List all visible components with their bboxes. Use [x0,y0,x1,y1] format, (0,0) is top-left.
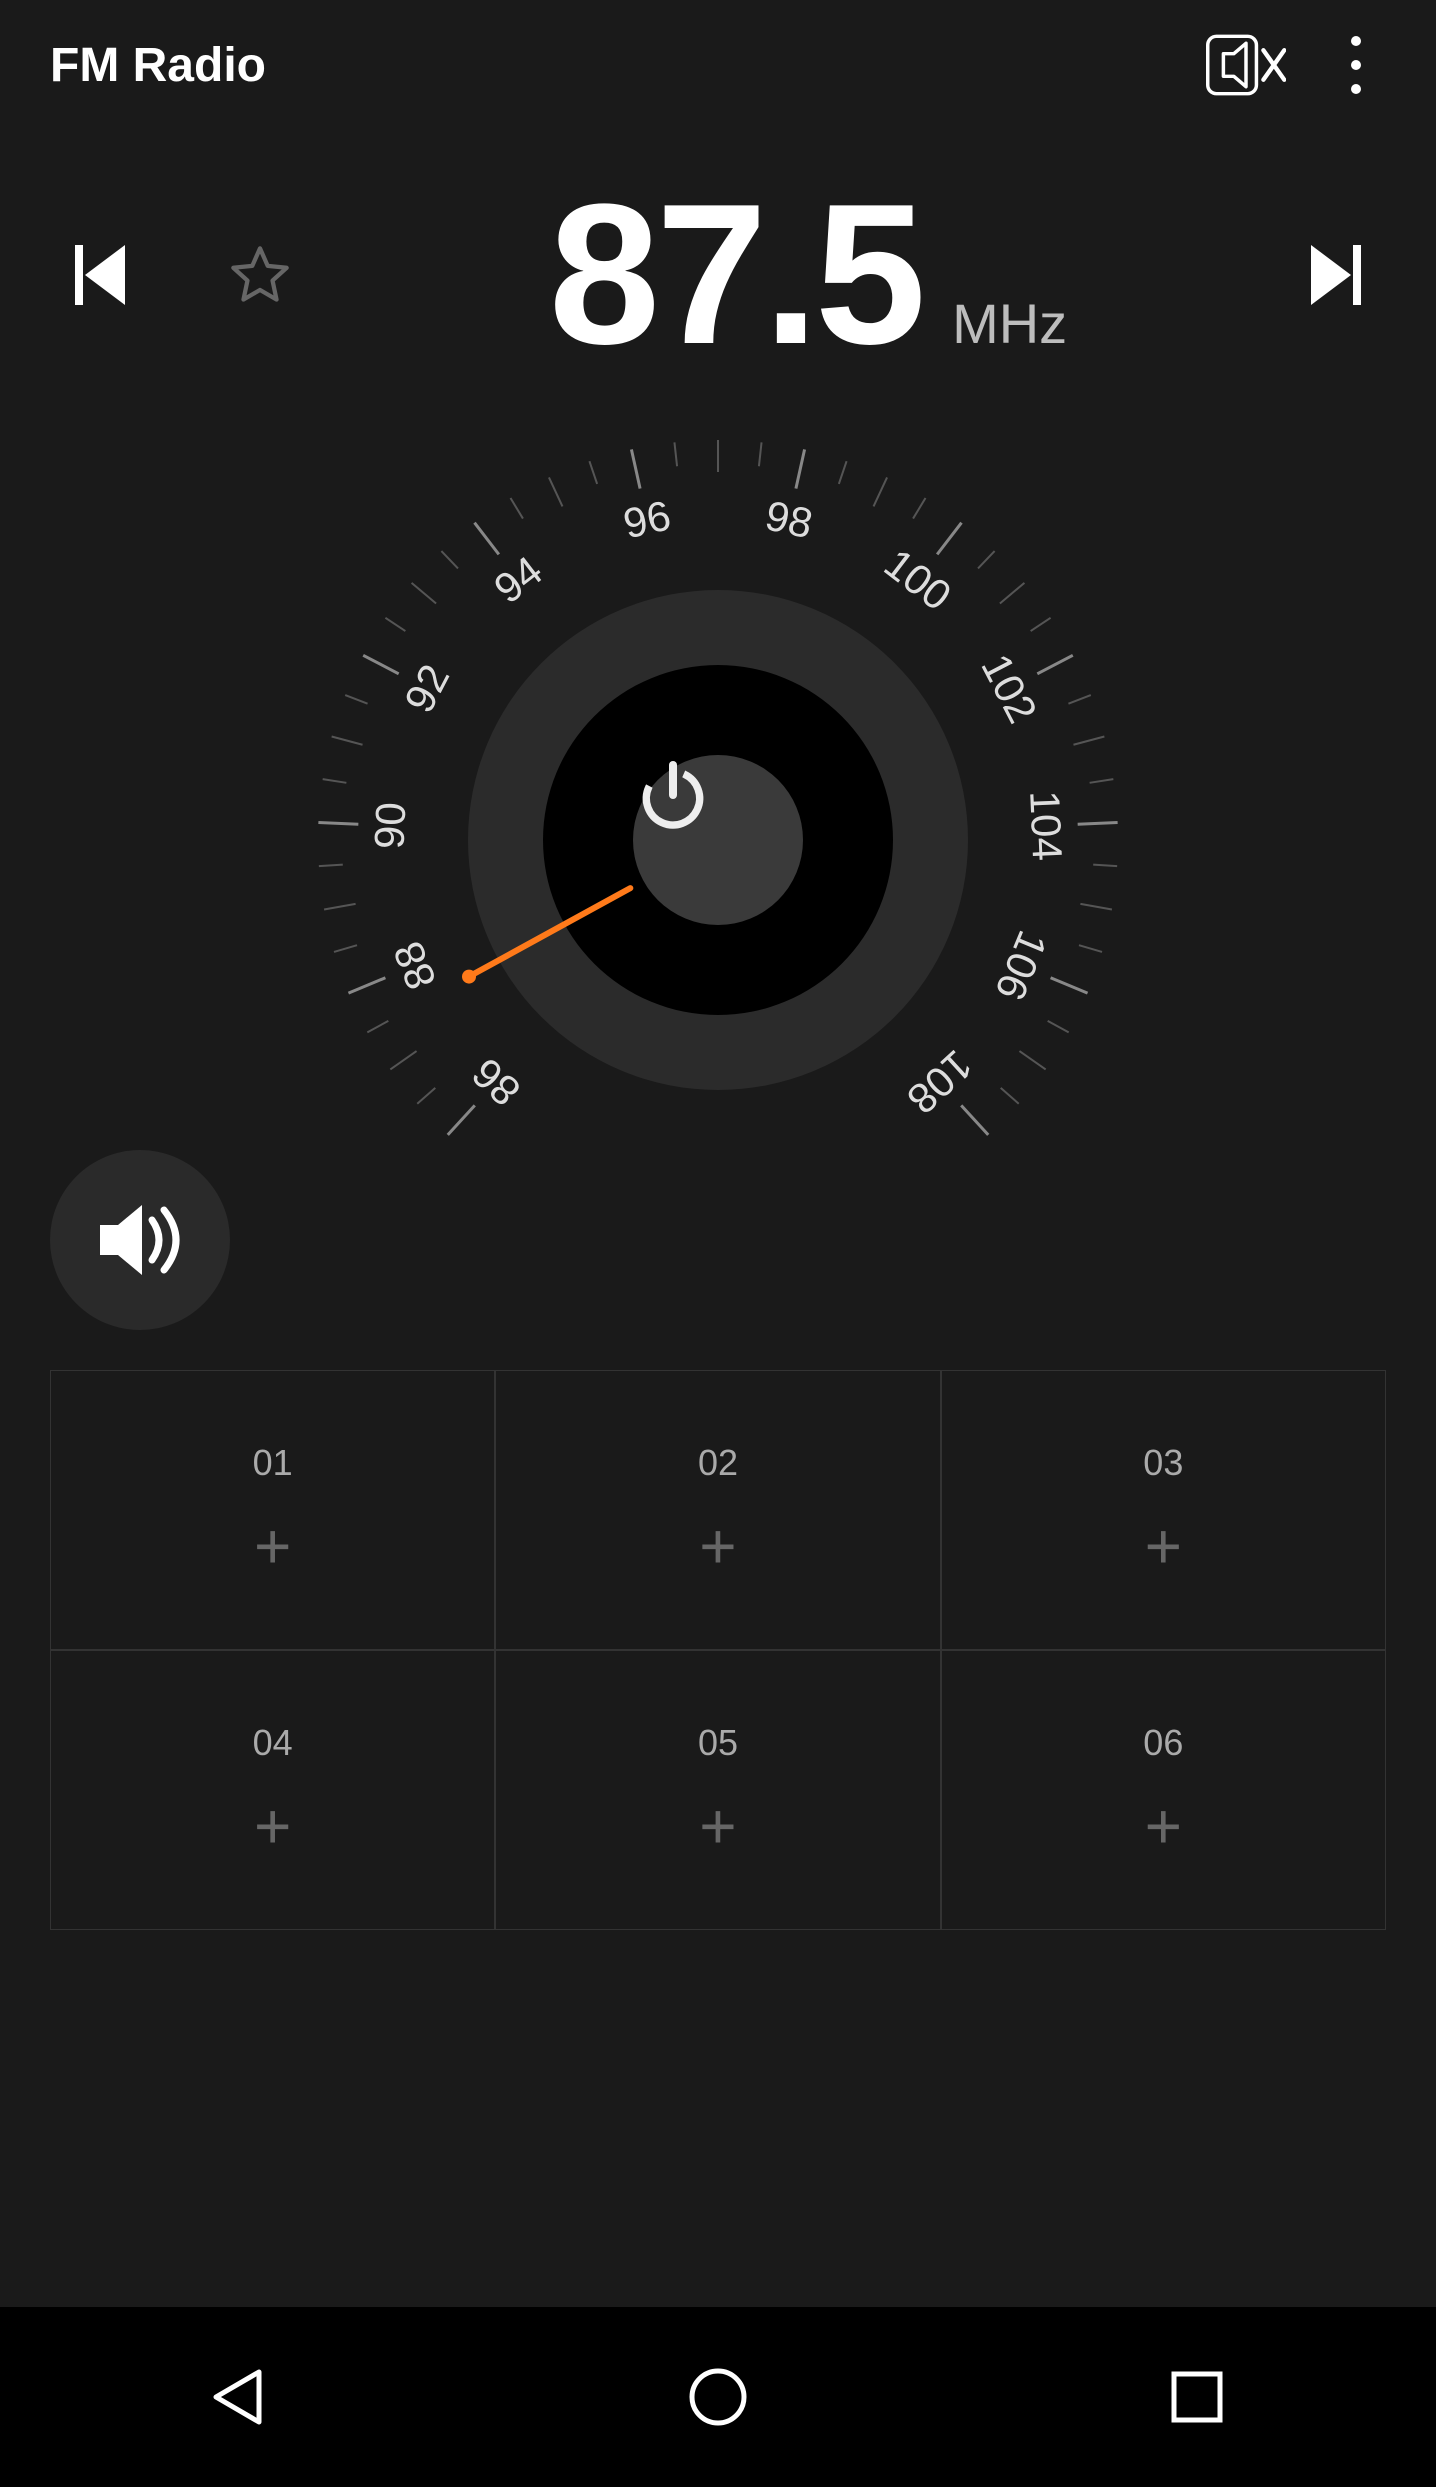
svg-text:92: 92 [395,657,458,720]
kebab-icon [1351,36,1361,46]
favorite-button[interactable] [200,243,320,307]
preset-grid: 01 + 02 + 03 + 04 + 05 + 06 + [50,1370,1386,1930]
preset-label: 01 [253,1442,293,1484]
speaker-icon [90,1195,190,1285]
preset-slot-6[interactable]: 06 + [941,1650,1386,1930]
top-bar: FM Radio [0,0,1436,130]
preset-label: 05 [698,1722,738,1764]
preset-slot-3[interactable]: 03 + [941,1370,1386,1650]
seek-next-button[interactable] [1296,245,1376,305]
preset-label: 02 [698,1442,738,1484]
preset-slot-1[interactable]: 01 + [50,1370,495,1650]
preset-slot-2[interactable]: 02 + [495,1370,940,1650]
seek-next-icon [1311,245,1361,305]
seek-prev-icon [75,245,125,305]
preset-slot-4[interactable]: 04 + [50,1650,495,1930]
tuning-dial[interactable]: 86889092949698100102104106108 [308,430,1128,1250]
nav-back-button[interactable] [179,2337,299,2457]
svg-text:102: 102 [972,646,1046,730]
svg-text:106: 106 [986,924,1056,1007]
power-icon [633,755,713,835]
app-title: FM Radio [50,38,1206,93]
overflow-menu-button[interactable] [1326,25,1386,105]
speaker-button[interactable] [50,1150,230,1330]
plus-icon: + [254,1514,291,1578]
plus-icon: + [699,1794,736,1858]
nav-home-button[interactable] [658,2337,778,2457]
preset-label: 04 [253,1722,293,1764]
nav-recent-button[interactable] [1137,2337,1257,2457]
mute-button[interactable] [1206,25,1286,105]
seek-prev-button[interactable] [60,245,140,305]
svg-text:90: 90 [365,801,414,850]
nav-recent-icon [1162,2362,1232,2432]
svg-text:104: 104 [1021,790,1071,862]
svg-text:88: 88 [384,935,445,996]
svg-text:108: 108 [898,1041,981,1123]
mute-icon [1206,30,1286,100]
svg-text:96: 96 [619,491,675,547]
plus-icon: + [254,1794,291,1858]
frequency-unit: MHz [952,291,1067,356]
plus-icon: + [699,1514,736,1578]
svg-text:98: 98 [761,491,817,547]
frequency-display: 87.5 MHz [320,175,1296,375]
tuning-dial-area: 86889092949698100102104106108 [0,390,1436,1110]
preset-slot-5[interactable]: 05 + [495,1650,940,1930]
system-nav-bar [0,2307,1436,2487]
plus-icon: + [1145,1794,1182,1858]
star-icon [228,243,292,307]
svg-text:94: 94 [485,547,551,613]
frequency-value: 87.5 [549,175,922,375]
frequency-row: 87.5 MHz [0,130,1436,390]
preset-label: 06 [1143,1722,1183,1764]
nav-back-icon [204,2362,274,2432]
nav-home-icon [683,2362,753,2432]
plus-icon: + [1145,1514,1182,1578]
power-button[interactable] [633,755,803,925]
svg-text:100: 100 [876,539,960,619]
preset-label: 03 [1143,1442,1183,1484]
